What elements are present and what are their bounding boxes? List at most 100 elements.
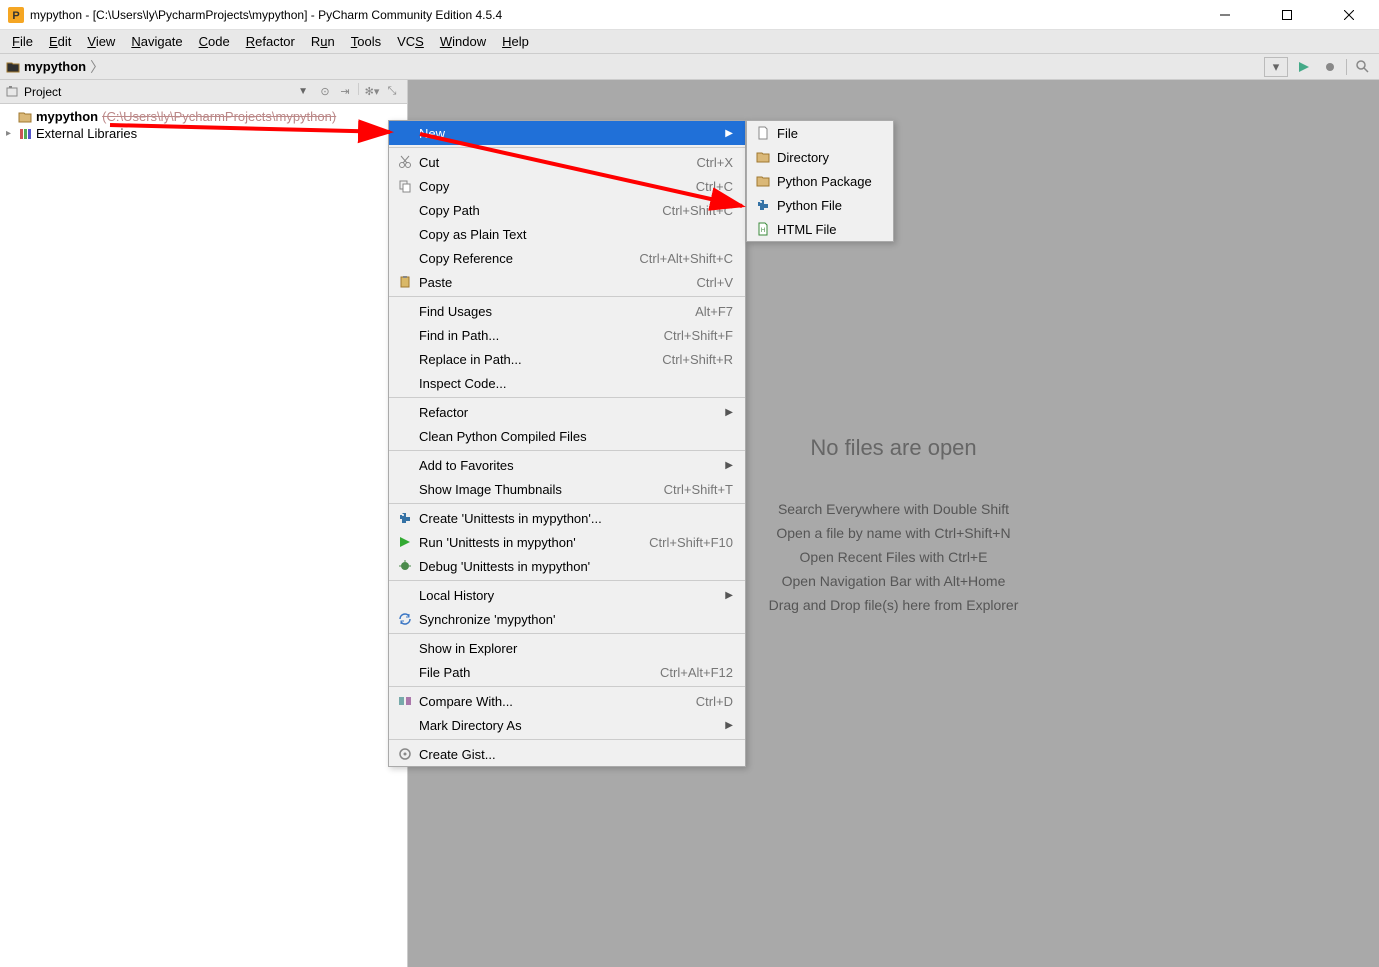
editor-hint: Open Recent Files with Ctrl+E bbox=[800, 549, 988, 565]
ctx-item-create-unittests-in-mypython[interactable]: Create 'Unittests in mypython'... bbox=[389, 506, 745, 530]
ctx-item-copy-path[interactable]: Copy PathCtrl+Shift+C bbox=[389, 198, 745, 222]
ctx-item-label: Cut bbox=[415, 155, 673, 170]
menu-separator bbox=[389, 633, 745, 634]
breadcrumb-project: mypython bbox=[24, 59, 86, 74]
run-icon[interactable] bbox=[1294, 57, 1314, 77]
tree-root[interactable]: mypython (C:\Users\ly\PycharmProjects\my… bbox=[0, 108, 407, 125]
ctx-item-copy-reference[interactable]: Copy ReferenceCtrl+Alt+Shift+C bbox=[389, 246, 745, 270]
chevron-right-icon: ▶ bbox=[725, 128, 733, 139]
ctx-item-refactor[interactable]: Refactor▶ bbox=[389, 400, 745, 424]
menubar: File Edit View Navigate Code Refactor Ru… bbox=[0, 30, 1379, 54]
gear-icon[interactable]: ✻▾ bbox=[363, 83, 381, 101]
ctx-item-inspect-code[interactable]: Inspect Code... bbox=[389, 371, 745, 395]
titlebar: P mypython - [C:\Users\ly\PycharmProject… bbox=[0, 0, 1379, 30]
folder-icon bbox=[753, 150, 773, 164]
editor-hint: Open a file by name with Ctrl+Shift+N bbox=[776, 525, 1010, 541]
python-icon bbox=[753, 198, 773, 212]
close-button[interactable] bbox=[1327, 2, 1371, 28]
sidebar-view-dropdown[interactable]: ▼ bbox=[298, 86, 308, 97]
ctx-item-clean-python-compiled-files[interactable]: Clean Python Compiled Files bbox=[389, 424, 745, 448]
ctx-item-add-to-favorites[interactable]: Add to Favorites▶ bbox=[389, 453, 745, 477]
menu-refactor[interactable]: Refactor bbox=[238, 32, 303, 51]
ctx-item-label: Add to Favorites bbox=[415, 458, 713, 473]
tree-external-libs[interactable]: ▸ External Libraries bbox=[0, 125, 407, 142]
ctx-item-local-history[interactable]: Local History▶ bbox=[389, 583, 745, 607]
menu-vcs[interactable]: VCS bbox=[389, 32, 432, 51]
ctx-item-new[interactable]: New▶ bbox=[389, 121, 745, 145]
app-icon: P bbox=[8, 7, 24, 23]
submenu-item-html-file[interactable]: H HTML File bbox=[747, 217, 893, 241]
ctx-item-create-gist[interactable]: Create Gist... bbox=[389, 742, 745, 766]
menu-separator bbox=[389, 450, 745, 451]
submenu-item-file[interactable]: File bbox=[747, 121, 893, 145]
menu-separator bbox=[389, 580, 745, 581]
ctx-item-debug-unittests-in-mypython[interactable]: Debug 'Unittests in mypython' bbox=[389, 554, 745, 578]
maximize-button[interactable] bbox=[1265, 2, 1309, 28]
svg-text:H: H bbox=[761, 228, 765, 234]
ctx-item-paste[interactable]: PasteCtrl+V bbox=[389, 270, 745, 294]
submenu-item-label: Python Package bbox=[773, 174, 881, 189]
ctx-item-synchronize-mypython[interactable]: Synchronize 'mypython' bbox=[389, 607, 745, 631]
ctx-item-label: Find Usages bbox=[415, 304, 671, 319]
ctx-item-compare-with[interactable]: Compare With...Ctrl+D bbox=[389, 689, 745, 713]
ctx-item-label: Compare With... bbox=[415, 694, 672, 709]
folder-icon bbox=[753, 174, 773, 188]
tree-root-path: (C:\Users\ly\PycharmProjects\mypython) bbox=[102, 109, 336, 124]
debug-icon[interactable] bbox=[1320, 57, 1340, 77]
ctx-item-replace-in-path[interactable]: Replace in Path...Ctrl+Shift+R bbox=[389, 347, 745, 371]
copy-icon bbox=[395, 179, 415, 193]
ctx-item-find-in-path[interactable]: Find in Path...Ctrl+Shift+F bbox=[389, 323, 745, 347]
menu-help[interactable]: Help bbox=[494, 32, 537, 51]
editor-hint: Open Navigation Bar with Alt+Home bbox=[782, 573, 1006, 589]
ctx-item-label: Show in Explorer bbox=[415, 641, 733, 656]
menu-code[interactable]: Code bbox=[191, 32, 238, 51]
submenu-item-python-package[interactable]: Python Package bbox=[747, 169, 893, 193]
hide-icon[interactable]: ⤡ bbox=[383, 83, 401, 101]
ctx-item-cut[interactable]: CutCtrl+X bbox=[389, 150, 745, 174]
menu-edit[interactable]: Edit bbox=[41, 32, 79, 51]
menu-tools[interactable]: Tools bbox=[343, 32, 389, 51]
editor-hint: Drag and Drop file(s) here from Explorer bbox=[769, 597, 1019, 613]
ctx-shortcut: Ctrl+Shift+T bbox=[664, 482, 733, 497]
menu-file[interactable]: File bbox=[4, 32, 41, 51]
submenu-item-python-file[interactable]: Python File bbox=[747, 193, 893, 217]
ctx-shortcut: Ctrl+Shift+F10 bbox=[649, 535, 733, 550]
paste-icon bbox=[395, 275, 415, 289]
chevron-right-icon: 〉 bbox=[90, 57, 104, 77]
ctx-item-file-path[interactable]: File PathCtrl+Alt+F12 bbox=[389, 660, 745, 684]
menu-window[interactable]: Window bbox=[432, 32, 494, 51]
menu-run[interactable]: Run bbox=[303, 32, 343, 51]
folder-icon bbox=[18, 110, 32, 124]
nav-dropdown-icon[interactable]: ▾ bbox=[1264, 57, 1288, 77]
ctx-item-label: Copy as Plain Text bbox=[415, 227, 733, 242]
locate-icon[interactable]: ⊙ bbox=[316, 83, 334, 101]
ctx-item-show-image-thumbnails[interactable]: Show Image ThumbnailsCtrl+Shift+T bbox=[389, 477, 745, 501]
ctx-item-mark-directory-as[interactable]: Mark Directory As▶ bbox=[389, 713, 745, 737]
menu-navigate[interactable]: Navigate bbox=[123, 32, 190, 51]
menu-view[interactable]: View bbox=[79, 32, 123, 51]
ctx-item-label: Find in Path... bbox=[415, 328, 640, 343]
ctx-item-label: Replace in Path... bbox=[415, 352, 638, 367]
ctx-item-label: Synchronize 'mypython' bbox=[415, 612, 733, 627]
project-tree: mypython (C:\Users\ly\PycharmProjects\my… bbox=[0, 104, 407, 146]
collapse-icon[interactable]: ⇥ bbox=[336, 83, 354, 101]
breadcrumb[interactable]: mypython 〉 bbox=[6, 57, 1264, 77]
svg-text:P: P bbox=[12, 10, 19, 22]
ctx-item-show-in-explorer[interactable]: Show in Explorer bbox=[389, 636, 745, 660]
minimize-button[interactable] bbox=[1203, 2, 1247, 28]
search-icon[interactable] bbox=[1353, 57, 1373, 77]
chevron-right-icon[interactable]: ▸ bbox=[6, 128, 18, 139]
ctx-item-find-usages[interactable]: Find UsagesAlt+F7 bbox=[389, 299, 745, 323]
ctx-item-label: Refactor bbox=[415, 405, 713, 420]
menu-separator bbox=[389, 147, 745, 148]
ctx-item-run-unittests-in-mypython[interactable]: Run 'Unittests in mypython'Ctrl+Shift+F1… bbox=[389, 530, 745, 554]
project-sidebar: Project ▼ ⊙ ⇥ ✻▾ ⤡ mypython (C:\Users\ly… bbox=[0, 80, 408, 967]
ctx-item-copy-as-plain-text[interactable]: Copy as Plain Text bbox=[389, 222, 745, 246]
submenu-item-directory[interactable]: Directory bbox=[747, 145, 893, 169]
chevron-right-icon: ▶ bbox=[725, 590, 733, 601]
ctx-item-label: File Path bbox=[415, 665, 636, 680]
ctx-item-label: Inspect Code... bbox=[415, 376, 733, 391]
ctx-shortcut: Ctrl+C bbox=[696, 179, 733, 194]
submenu-item-label: HTML File bbox=[773, 222, 881, 237]
ctx-item-copy[interactable]: CopyCtrl+C bbox=[389, 174, 745, 198]
